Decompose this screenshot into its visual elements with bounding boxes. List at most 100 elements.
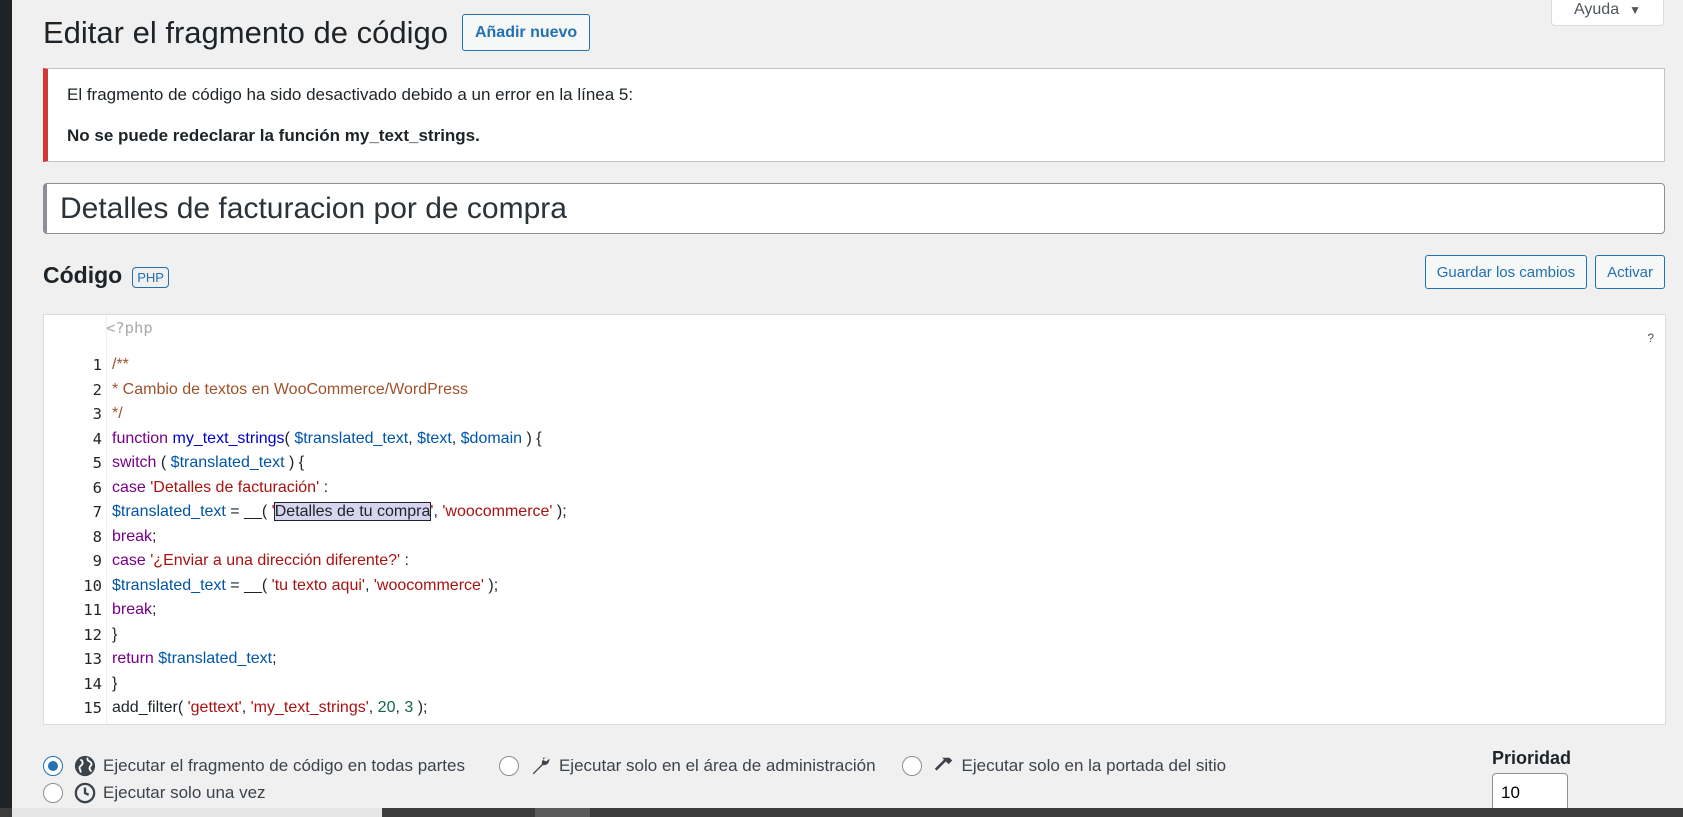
taskbar (0, 808, 1683, 817)
code-token: function (112, 429, 169, 447)
code-token: 20 (377, 699, 396, 716)
page-title: Editar el fragmento de código (43, 14, 448, 50)
globe-icon (73, 754, 97, 778)
line-number: 14 (83, 674, 102, 693)
code-token: 3 (404, 699, 414, 716)
scope-option-admin[interactable]: Ejecutar solo en el área de administraci… (498, 754, 876, 778)
line-number: 3 (92, 405, 102, 423)
activate-button[interactable]: Activar (1595, 255, 1665, 289)
code-token: ); (483, 576, 499, 594)
code-token: $domain (460, 429, 523, 447)
code-token: , (241, 699, 251, 716)
code-token: switch (112, 454, 157, 471)
clock-icon (73, 781, 97, 805)
editor-help-icon[interactable]: ? (1647, 331, 1654, 345)
hammer-icon (932, 754, 956, 778)
code-token: ; (152, 601, 157, 618)
line-number: 2 (92, 380, 102, 399)
code-line: return $translated_text; (112, 647, 277, 671)
line-number: 12 (83, 625, 102, 644)
code-line: $translated_text = __( 'Detalles de tu c… (112, 500, 567, 524)
code-token: : (319, 478, 329, 496)
taskbar-active-item[interactable] (535, 808, 590, 817)
scope-radio-admin[interactable] (498, 756, 519, 776)
scope-label-everywhere: Ejecutar el fragmento de código en todas… (103, 756, 465, 775)
code-line: } (112, 623, 117, 647)
wrench-icon (529, 754, 553, 778)
run-scope-row-1: Ejecutar el fragmento de código en todas… (43, 754, 1252, 778)
scope-radio-frontend[interactable] (901, 756, 922, 776)
code-token: ; (272, 650, 277, 667)
code-token: 'gettext' (187, 699, 242, 716)
code-token: , (408, 429, 418, 447)
code-token: , (368, 699, 378, 716)
code-token: 'my_text_strings' (250, 699, 369, 716)
code-token: * Cambio de textos en WooCommerce/WordPr… (112, 380, 468, 398)
code-token: $text (417, 429, 452, 447)
code-token: 'woocommerce' (442, 503, 553, 520)
admin-sidebar-edge (0, 0, 12, 817)
scope-option-frontend[interactable]: Ejecutar solo en la portada del sitio (901, 754, 1227, 778)
line-number: 7 (92, 503, 102, 521)
scope-label-admin: Ejecutar solo en el área de administraci… (558, 756, 876, 775)
code-token: $translated_text (294, 429, 409, 447)
scope-radio-once[interactable] (43, 783, 63, 803)
save-changes-button[interactable]: Guardar los cambios (1424, 255, 1588, 289)
code-line: * Cambio de textos en WooCommerce/WordPr… (112, 378, 468, 402)
code-token: case (112, 478, 146, 496)
code-token: ( (156, 454, 171, 471)
code-token: $translated_text (170, 454, 285, 471)
line-number: 15 (83, 699, 102, 717)
code-token: } (112, 674, 118, 692)
code-token: case (112, 552, 146, 569)
code-token: = __( (225, 503, 272, 520)
code-token: ) { (284, 454, 305, 471)
line-number: 11 (83, 601, 102, 619)
scope-option-everywhere[interactable]: Ejecutar el fragmento de código en todas… (43, 754, 465, 778)
code-token: = __( (225, 576, 272, 594)
code-line: break; (112, 525, 156, 549)
scope-radio-everywhere[interactable] (43, 756, 63, 776)
code-token: add_filter( (112, 699, 188, 716)
code-line: break; (112, 598, 156, 622)
code-token: break (112, 601, 153, 618)
line-number: 8 (92, 527, 102, 546)
error-message: El fragmento de código ha sido desactiva… (67, 85, 634, 104)
run-scope-row-2: Ejecutar solo una vez (43, 781, 292, 805)
code-token: $translated_text (112, 576, 226, 594)
code-token: $translated_text (112, 503, 226, 520)
code-token: 'tu texto aqui' (271, 576, 365, 594)
code-token: $translated_text (158, 650, 273, 667)
code-token: ); (413, 699, 428, 716)
php-open-tag: <?php (106, 319, 153, 337)
taskbar-search-area[interactable] (12, 808, 382, 817)
line-number: 6 (92, 478, 102, 497)
code-editor[interactable]: <?php ? 1 /** 2 * Cambio de textos en WooCo… (43, 314, 1666, 725)
code-token: : (400, 552, 409, 569)
code-token: ) { (522, 429, 542, 447)
code-token: */ (112, 405, 123, 422)
add-new-button[interactable]: Añadir nuevo (461, 14, 591, 51)
code-token: } (112, 625, 118, 643)
priority-field: Prioridad (1492, 748, 1571, 813)
error-detail: No se puede redeclarar la función my_tex… (67, 126, 480, 145)
code-token: my_text_strings (172, 429, 285, 447)
triangle-down-icon: ▼ (1629, 2, 1641, 17)
line-number: 13 (83, 650, 102, 668)
code-token: , (451, 429, 461, 447)
help-tab[interactable]: Ayuda ▼ (1551, 0, 1664, 26)
code-token: break (112, 527, 153, 545)
code-section-header: Código PHP (43, 262, 169, 289)
code-token: ; (152, 527, 157, 545)
scope-option-once[interactable]: Ejecutar solo una vez (43, 781, 266, 805)
code-line: /** (112, 353, 129, 377)
code-token: 'woocommerce' (373, 576, 484, 594)
code-line: case 'Detalles de facturación' : (112, 476, 328, 500)
priority-label: Prioridad (1492, 748, 1572, 768)
code-line: switch ( $translated_text ) { (112, 451, 304, 475)
snippet-title-input[interactable] (43, 183, 1665, 234)
code-token: '¿Enviar a una dirección diferente?' (150, 552, 401, 569)
scope-label-frontend: Ejecutar solo en la portada del sitio (961, 756, 1227, 775)
code-token: ( (284, 429, 295, 447)
priority-input[interactable] (1492, 773, 1568, 813)
